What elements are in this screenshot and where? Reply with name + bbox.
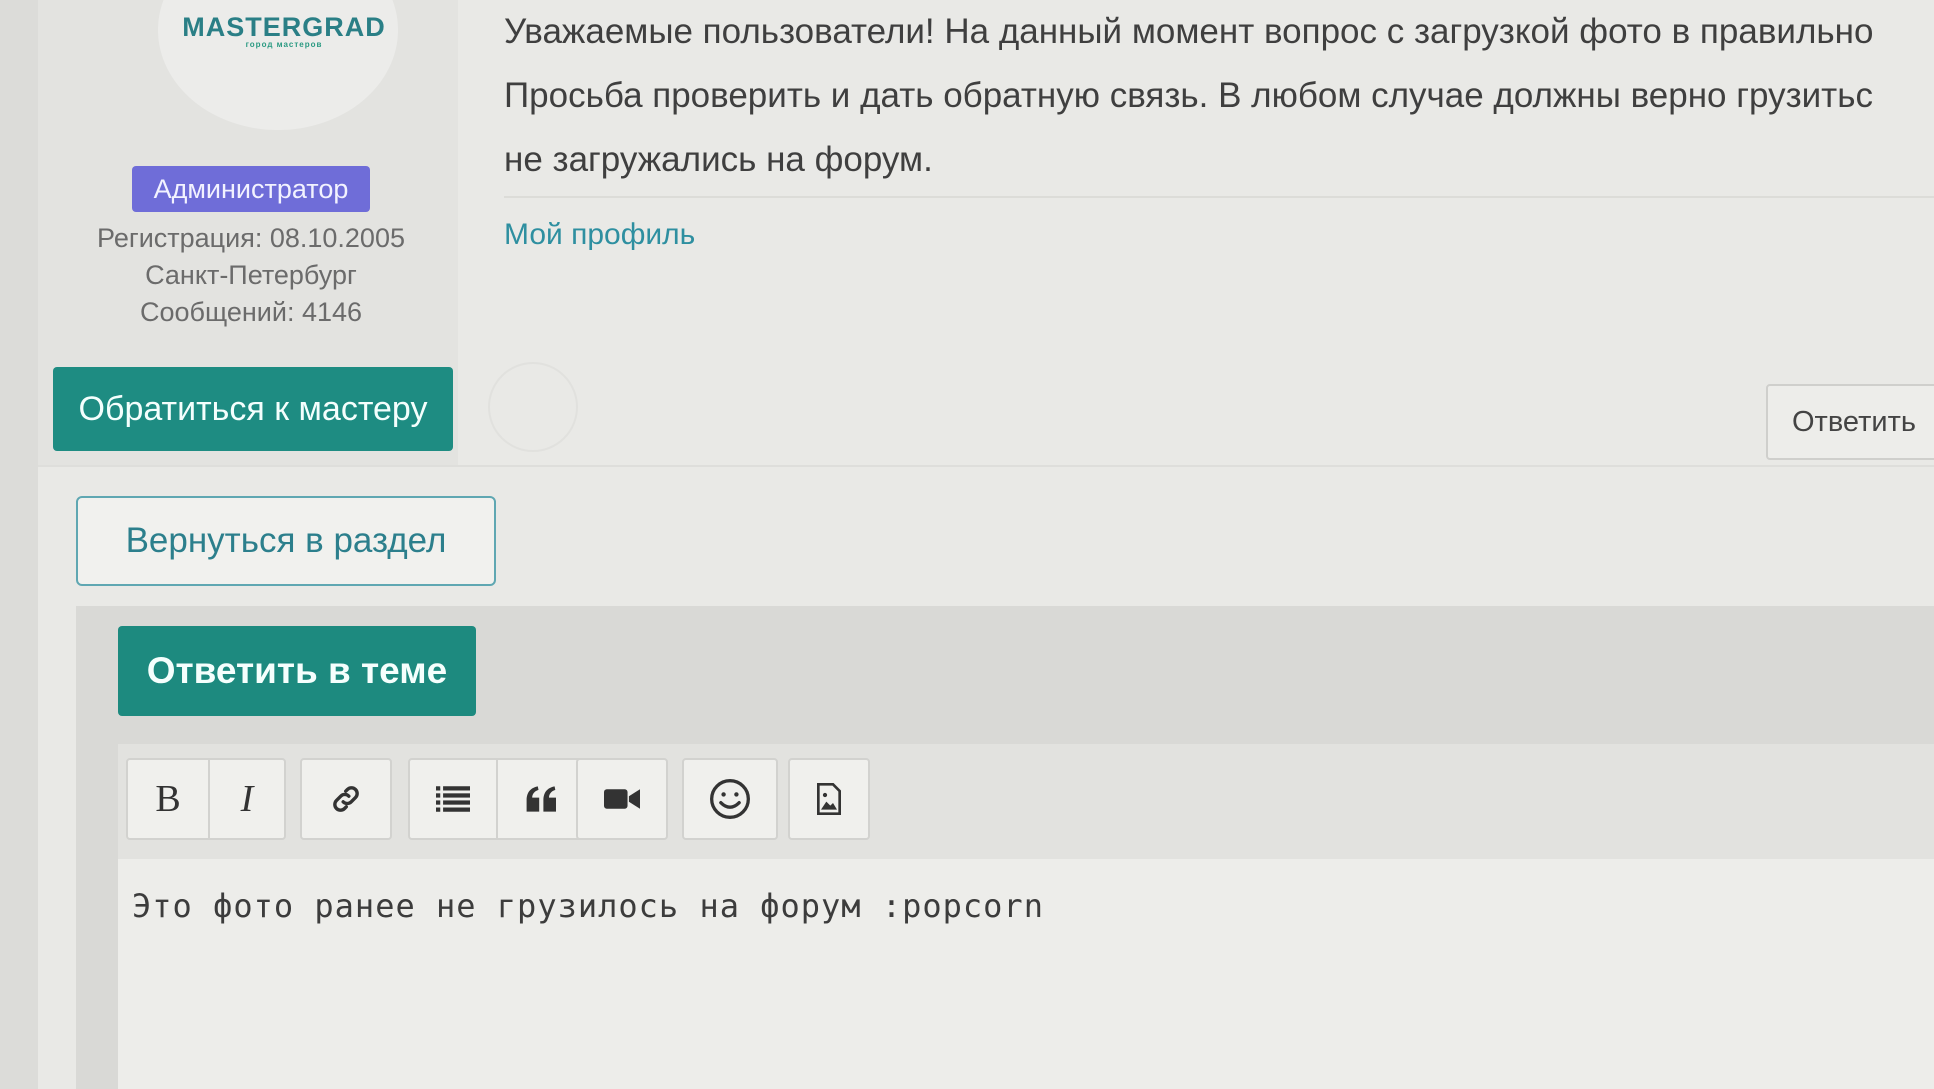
italic-button[interactable]: I <box>210 760 284 838</box>
forum-post: MASTERGRAD город мастеров Администратор … <box>38 0 1934 465</box>
emoji-group <box>682 758 778 840</box>
message-count: Сообщений: 4146 <box>139 297 363 327</box>
bold-button[interactable]: B <box>128 760 210 838</box>
divider <box>38 465 1934 467</box>
editor-toolbar: B I <box>118 744 1934 859</box>
video-group <box>576 758 668 840</box>
post-line: Уважаемые пользователи! На данный момент… <box>504 12 1874 51</box>
quote-button[interactable] <box>498 760 586 838</box>
link-group <box>300 758 392 840</box>
list-button[interactable] <box>410 760 498 838</box>
link-icon <box>333 786 359 812</box>
author-meta: Регистрация: 08.10.2005 Санкт-Петербург … <box>58 220 444 331</box>
role-badge: Администратор <box>132 166 370 212</box>
link-button[interactable] <box>302 760 390 838</box>
back-to-section-button[interactable]: Вернуться в раздел <box>76 496 496 586</box>
post-divider <box>504 196 1934 198</box>
registration-date: Регистрация: 08.10.2005 <box>97 223 405 253</box>
page: MASTERGRAD город мастеров Администратор … <box>38 0 1934 1089</box>
post-line: не загружались на форум. <box>504 140 933 179</box>
image-icon <box>817 783 841 815</box>
reply-button[interactable]: Ответить <box>1766 384 1934 460</box>
video-icon <box>604 789 640 809</box>
post-text: Уважаемые пользователи! На данный момент… <box>504 0 1934 192</box>
author-panel: MASTERGRAD город мастеров Администратор … <box>38 0 458 465</box>
quote-icon <box>526 786 556 812</box>
reply-textarea[interactable]: Это фото ранее не грузилось на форум :po… <box>118 859 1934 1089</box>
image-button[interactable] <box>790 760 868 838</box>
format-group: B I <box>126 758 286 840</box>
emoji-button[interactable] <box>684 760 776 838</box>
editor: B I Это фото ранее не грузилось на форум… <box>118 744 1934 1089</box>
reply-in-topic-button[interactable]: Ответить в теме <box>118 626 476 716</box>
contact-master-button[interactable]: Обратиться к мастеру <box>53 367 453 451</box>
video-button[interactable] <box>578 760 666 838</box>
logo-name: MASTERGRAD <box>182 12 386 42</box>
author-city: Санкт-Петербург <box>145 260 357 290</box>
site-logo: MASTERGRAD город мастеров <box>154 12 414 49</box>
block-group <box>408 758 588 840</box>
post-line: Просьба проверить и дать обратную связь.… <box>504 76 1873 115</box>
smiley-icon <box>710 779 750 819</box>
image-group <box>788 758 870 840</box>
reply-panel: Ответить в теме B I Это фото ранее не гр… <box>76 606 1934 1089</box>
decorative-circle <box>488 362 578 452</box>
my-profile-link[interactable]: Мой профиль <box>504 218 695 252</box>
list-icon <box>436 786 470 812</box>
